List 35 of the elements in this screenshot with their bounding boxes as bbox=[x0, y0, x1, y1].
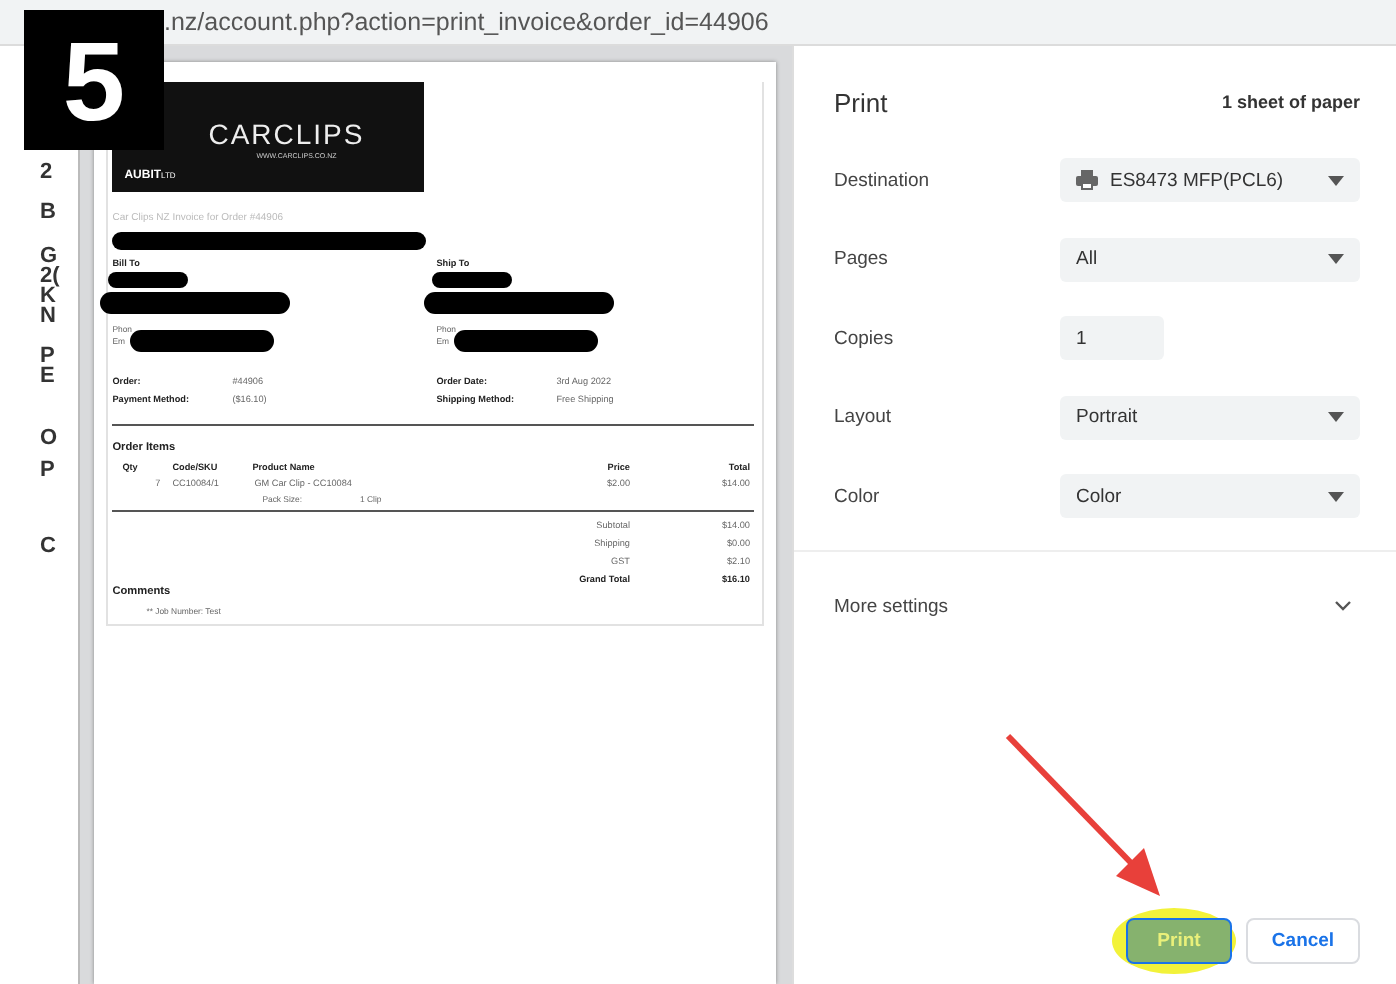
background-page-text: G bbox=[40, 246, 58, 266]
dropdown-caret-icon bbox=[1328, 175, 1344, 185]
setting-select[interactable]: Color bbox=[1060, 474, 1360, 518]
sheet-count: 1 sheet of paper bbox=[1221, 92, 1360, 112]
setting-label: Destination bbox=[834, 169, 932, 191]
background-page-text: N bbox=[40, 306, 58, 326]
background-page-text: 2( bbox=[40, 266, 62, 286]
dialog-title: Print bbox=[834, 87, 888, 117]
setting-select[interactable]: Portrait bbox=[1060, 395, 1360, 439]
chevron-icon bbox=[1334, 600, 1352, 612]
background-page-text: 2 bbox=[40, 162, 55, 182]
setting-label: Color bbox=[834, 485, 882, 507]
setting-label: Copies bbox=[834, 327, 896, 349]
background-page-text: E bbox=[40, 366, 57, 386]
dropdown-caret-icon bbox=[1328, 491, 1344, 501]
setting-label: Layout bbox=[834, 406, 894, 428]
redaction-bar bbox=[432, 272, 513, 288]
destination-select[interactable]: ES8473 MFP(PCL6) bbox=[1060, 158, 1360, 202]
redaction-bar bbox=[108, 272, 189, 288]
url-text: .nz/account.php?action=print_invoice&order_id=44906 bbox=[164, 8, 769, 36]
background-page-text: C bbox=[40, 536, 58, 556]
dropdown-caret-icon bbox=[1328, 412, 1344, 422]
background-page-text: O bbox=[40, 428, 60, 448]
setting-label: Pages bbox=[834, 248, 890, 270]
dropdown-caret-icon bbox=[1328, 254, 1344, 264]
background-page-text: K bbox=[40, 286, 56, 306]
copies-field[interactable]: 1 bbox=[1060, 316, 1164, 360]
background-page-text: B bbox=[40, 202, 58, 222]
more-settings-toggle[interactable]: More settings bbox=[834, 584, 1360, 628]
cancel-button[interactable]: Cancel bbox=[1246, 918, 1360, 964]
background-page-text: P bbox=[40, 346, 57, 366]
address-bar[interactable]: .nz/account.php?action=print_invoice&order_id=44906 bbox=[0, 0, 1396, 46]
background-page-text: P bbox=[40, 460, 57, 480]
printer-icon bbox=[1076, 170, 1098, 190]
setting-select[interactable]: All bbox=[1060, 237, 1360, 281]
